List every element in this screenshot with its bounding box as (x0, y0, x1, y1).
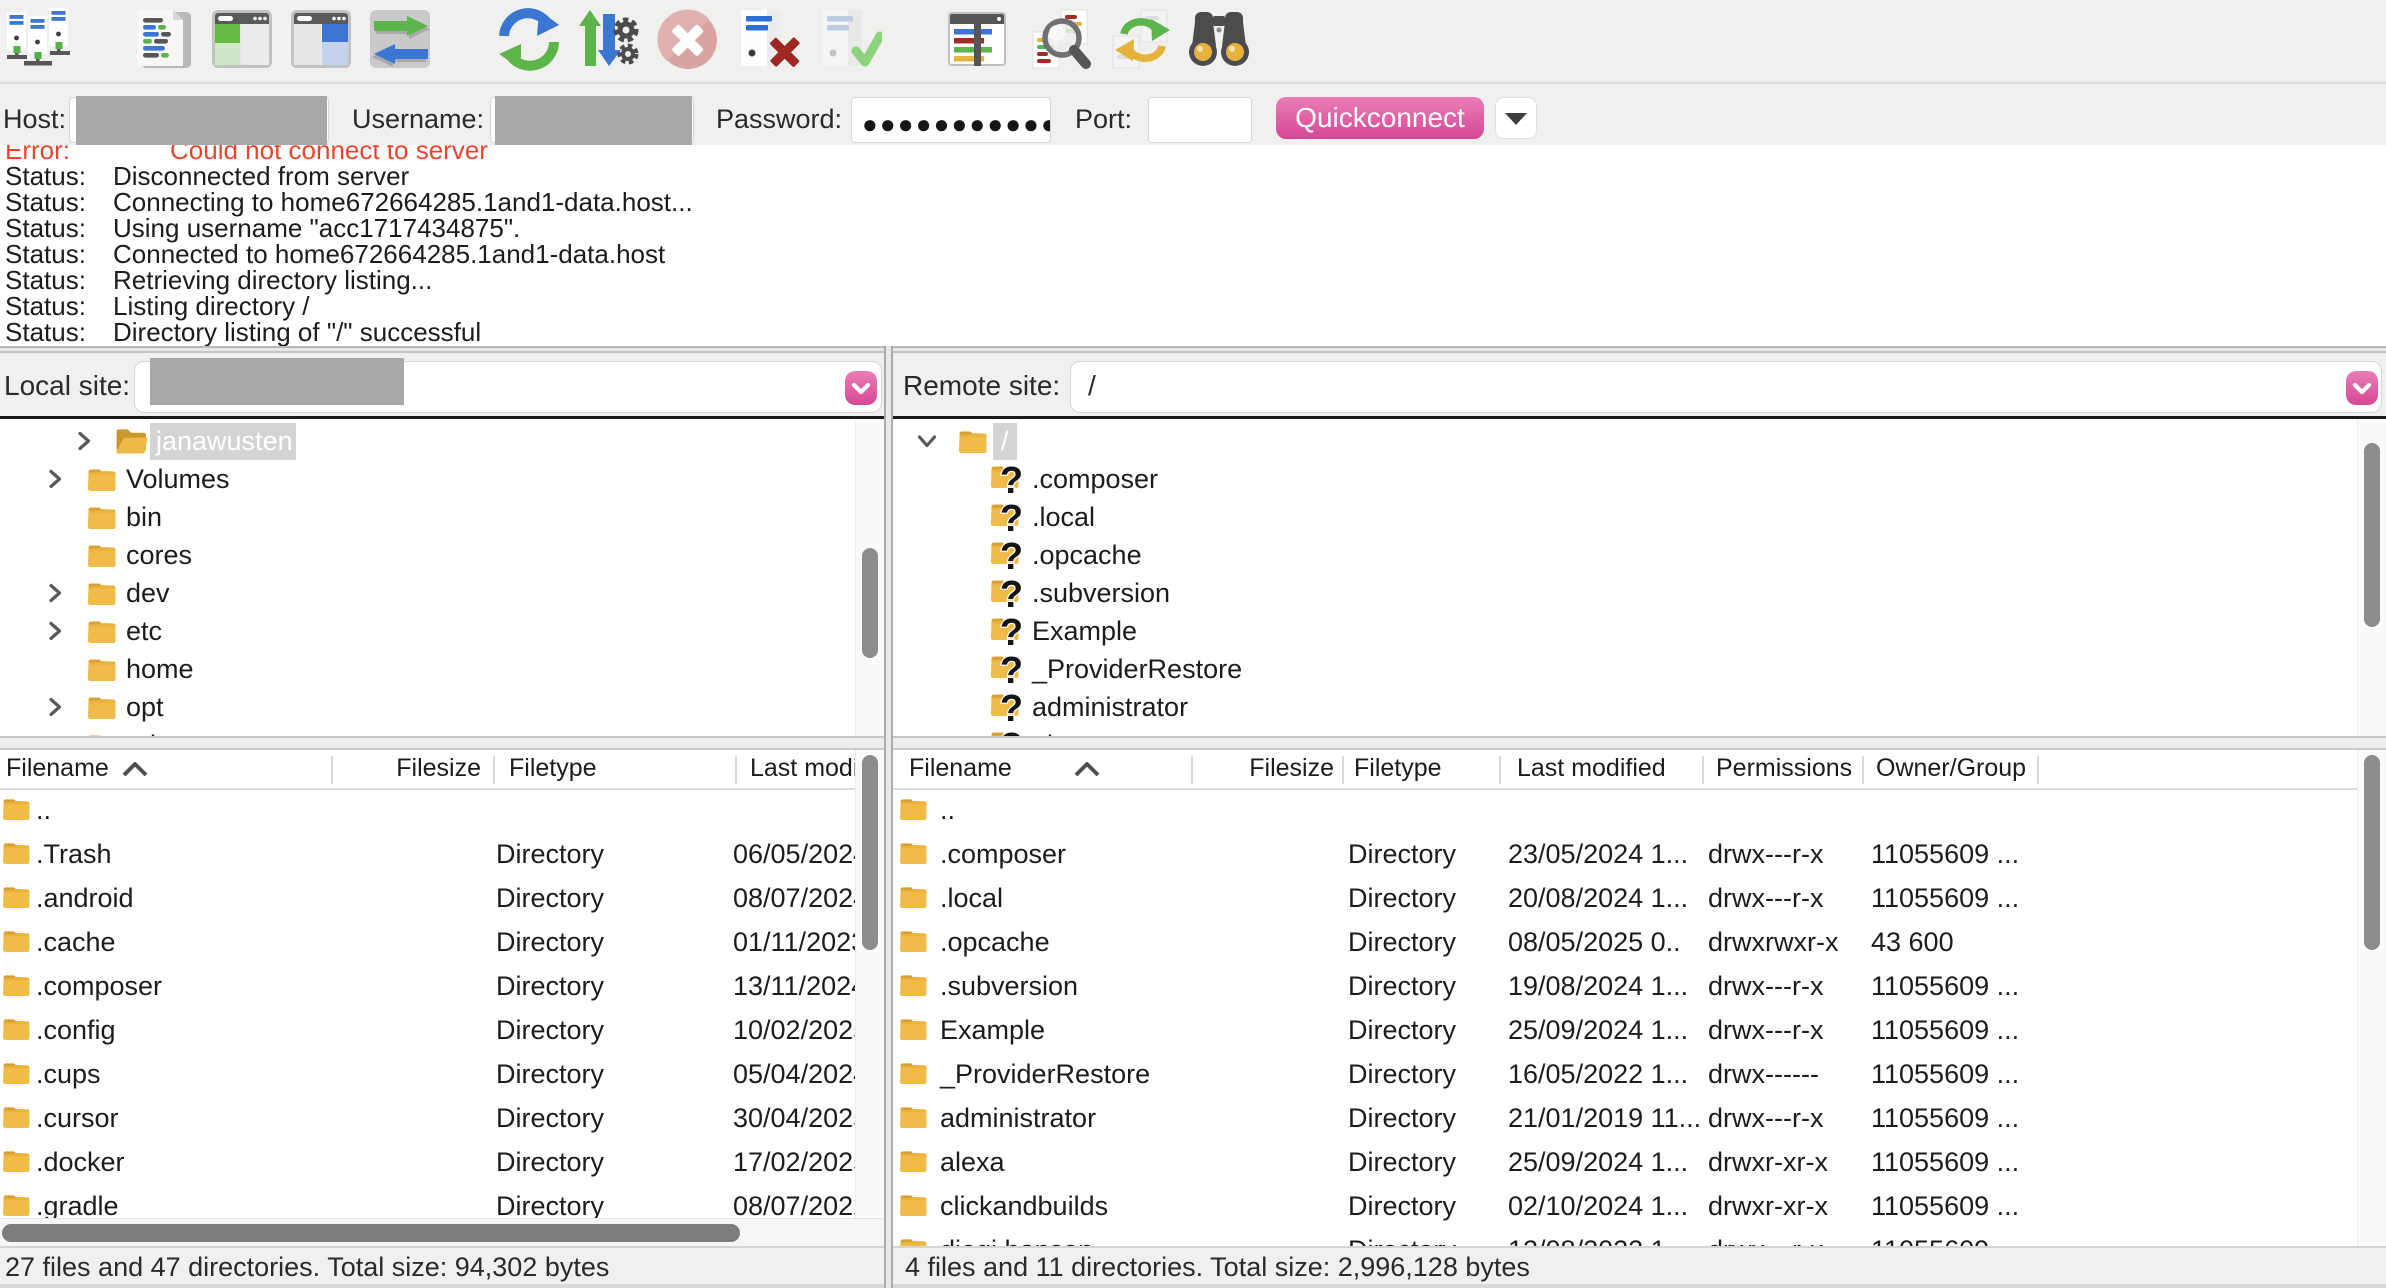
svg-text:?: ? (1000, 540, 1023, 573)
svg-text:?: ? (1000, 616, 1023, 649)
svg-text:?: ? (1000, 464, 1023, 497)
svg-text:?: ? (1000, 578, 1023, 611)
svg-text:?: ? (1000, 502, 1023, 535)
svg-text:?: ? (1000, 654, 1023, 687)
svg-text:?: ? (1000, 692, 1023, 725)
